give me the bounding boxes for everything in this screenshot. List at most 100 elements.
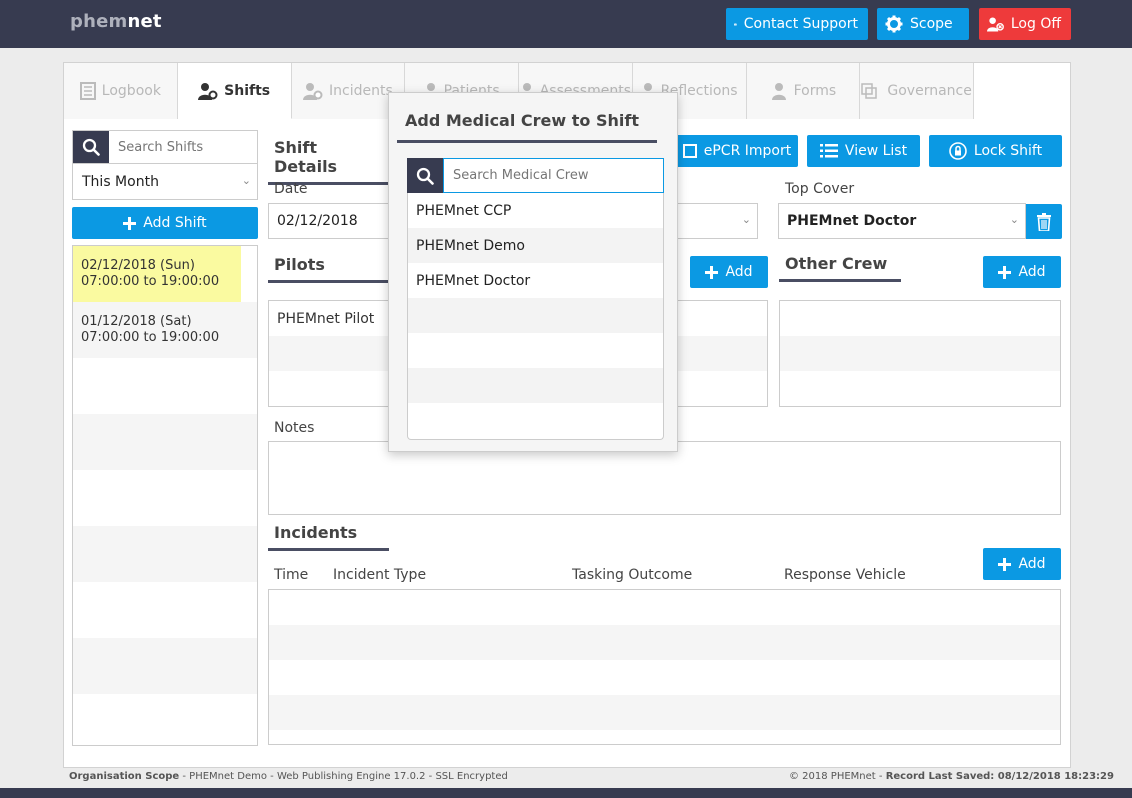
logo-part-bold: net: [127, 11, 162, 32]
envelope-icon: [734, 23, 737, 25]
shift-date: 01/12/2018 (Sat): [81, 314, 192, 329]
shift-search: [72, 130, 258, 164]
chevron-down-icon: ⌄: [241, 174, 251, 187]
shift-list-empty-row: [73, 358, 257, 414]
tab-shifts-label: Shifts: [224, 82, 271, 99]
bottom-bar: [0, 788, 1132, 798]
view-list-label: View List: [844, 143, 908, 159]
medical-crew-empty-row: [408, 368, 663, 403]
scope-label: Scope: [910, 16, 953, 32]
view-list-button[interactable]: View List: [807, 135, 920, 167]
footer-engine-info: - PHEMnet Demo - Web Publishing Engine 1…: [179, 771, 508, 782]
add-shift-label: Add Shift: [143, 215, 207, 231]
shift-icon: [198, 82, 218, 100]
tab-shifts[interactable]: Shifts: [177, 63, 292, 119]
log-off-label: Log Off: [1010, 16, 1061, 32]
epcr-import-label: ePCR Import: [703, 143, 792, 159]
medical-crew-empty-row: [408, 403, 663, 438]
add-shift-button[interactable]: Add Shift: [72, 207, 258, 239]
shift-list-empty-row: [73, 582, 257, 638]
add-incident-label: Add: [1018, 556, 1046, 572]
tab-forms-label: Forms: [793, 83, 837, 99]
medical-crew-search: [407, 158, 664, 193]
shift-time: 07:00:00 to 19:00:00: [81, 330, 220, 345]
shift-search-input[interactable]: [109, 131, 257, 163]
tab-forms[interactable]: Forms: [746, 63, 861, 119]
period-select[interactable]: This Month ⌄: [72, 164, 258, 200]
lock-icon: [949, 142, 967, 160]
logo-part: phem: [70, 11, 128, 32]
contact-support-label: Contact Support: [743, 16, 858, 32]
other-crew-empty-row: [780, 301, 1060, 336]
notes-label: Notes: [274, 420, 315, 436]
footer-copyright: © 2018 PHEMnet -: [789, 771, 886, 782]
pilots-title: Pilots: [268, 255, 388, 283]
add-other-crew-button[interactable]: Add: [983, 256, 1061, 288]
tab-incidents-label: Incidents: [329, 83, 393, 99]
delete-top-cover-button[interactable]: [1026, 204, 1062, 239]
form-icon: [771, 83, 786, 100]
popover-title: Add Medical Crew to Shift: [397, 111, 657, 143]
medical-crew-search-box: [443, 158, 664, 193]
incident-empty-row: [269, 695, 1060, 730]
plus-icon: [705, 265, 719, 279]
shift-details-title: Shift Details: [268, 138, 388, 185]
chevron-down-icon: ⌄: [741, 213, 751, 226]
chevron-down-icon: ⌄: [1009, 213, 1019, 226]
shift-list-empty-row: [73, 694, 257, 745]
shift-list-item[interactable]: 02/12/2018 (Sun) 07:00:00 to 19:00:00: [73, 246, 241, 302]
log-off-button[interactable]: Log Off: [979, 8, 1071, 40]
other-crew-title: Other Crew: [779, 254, 901, 282]
tab-governance[interactable]: Governance: [860, 63, 974, 119]
medical-crew-item[interactable]: PHEMnet CCP: [408, 193, 663, 228]
tab-logbook[interactable]: Logbook: [64, 63, 178, 119]
shift-list-empty-row: [73, 638, 257, 694]
footer-last-saved: Record Last Saved: 08/12/2018 18:23:29: [885, 771, 1114, 782]
logo: phemnet: [70, 11, 162, 32]
shift-time: 07:00:00 to 19:00:00: [81, 274, 220, 289]
epcr-import-button[interactable]: ePCR Import: [676, 135, 798, 167]
contact-support-button[interactable]: Contact Support: [726, 8, 868, 40]
date-label: Date: [274, 181, 308, 197]
add-pilot-button[interactable]: Add: [690, 256, 768, 288]
gear-icon: [885, 15, 903, 33]
add-pilot-label: Add: [725, 264, 753, 280]
column-header-response-vehicle: Response Vehicle: [784, 567, 906, 583]
shift-list-empty-row: [73, 470, 257, 526]
add-incident-button[interactable]: Add: [983, 548, 1061, 580]
trash-icon: [1037, 212, 1051, 231]
other-crew-list: [779, 300, 1061, 407]
medical-crew-search-input[interactable]: [444, 159, 663, 192]
search-icon-box[interactable]: [407, 158, 443, 193]
plus-icon: [123, 216, 137, 230]
shift-list-empty-row: [73, 526, 257, 582]
pilot-name: PHEMnet Pilot: [277, 311, 375, 327]
medical-crew-list: PHEMnet CCP PHEMnet Demo PHEMnet Doctor: [407, 193, 664, 440]
footer-scope-label: Organisation Scope: [69, 771, 180, 782]
tab-logbook-label: Logbook: [101, 83, 161, 99]
column-header-time: Time: [274, 567, 309, 583]
lock-shift-button[interactable]: Lock Shift: [929, 135, 1062, 167]
medical-crew-name: PHEMnet CCP: [416, 203, 512, 219]
medical-crew-item[interactable]: PHEMnet Doctor: [408, 263, 663, 298]
tab-governance-label: Governance: [887, 83, 972, 99]
shift-list-item[interactable]: 01/12/2018 (Sat) 07:00:00 to 19:00:00: [73, 302, 257, 358]
medical-crew-empty-row: [408, 333, 663, 368]
incident-empty-row: [269, 590, 1060, 625]
notes-textarea[interactable]: [268, 441, 1061, 515]
user-logout-icon: [987, 17, 1004, 32]
incident-empty-row: [269, 625, 1060, 660]
plus-icon: [998, 557, 1012, 571]
governance-icon: [861, 83, 878, 99]
search-icon: [416, 167, 434, 185]
scope-button[interactable]: Scope: [877, 8, 969, 40]
top-cover-select[interactable]: PHEMnet Doctor ⌄: [778, 203, 1026, 239]
list-icon: [819, 144, 838, 158]
search-icon-box[interactable]: [73, 131, 109, 163]
medical-crew-empty-row: [408, 298, 663, 333]
top-cover-label: Top Cover: [785, 181, 855, 197]
medical-crew-item[interactable]: PHEMnet Demo: [408, 228, 663, 263]
period-select-value: This Month: [82, 174, 159, 190]
footer-right: © 2018 PHEMnet - Record Last Saved: 08/1…: [789, 771, 1114, 782]
incident-empty-row: [269, 660, 1060, 695]
